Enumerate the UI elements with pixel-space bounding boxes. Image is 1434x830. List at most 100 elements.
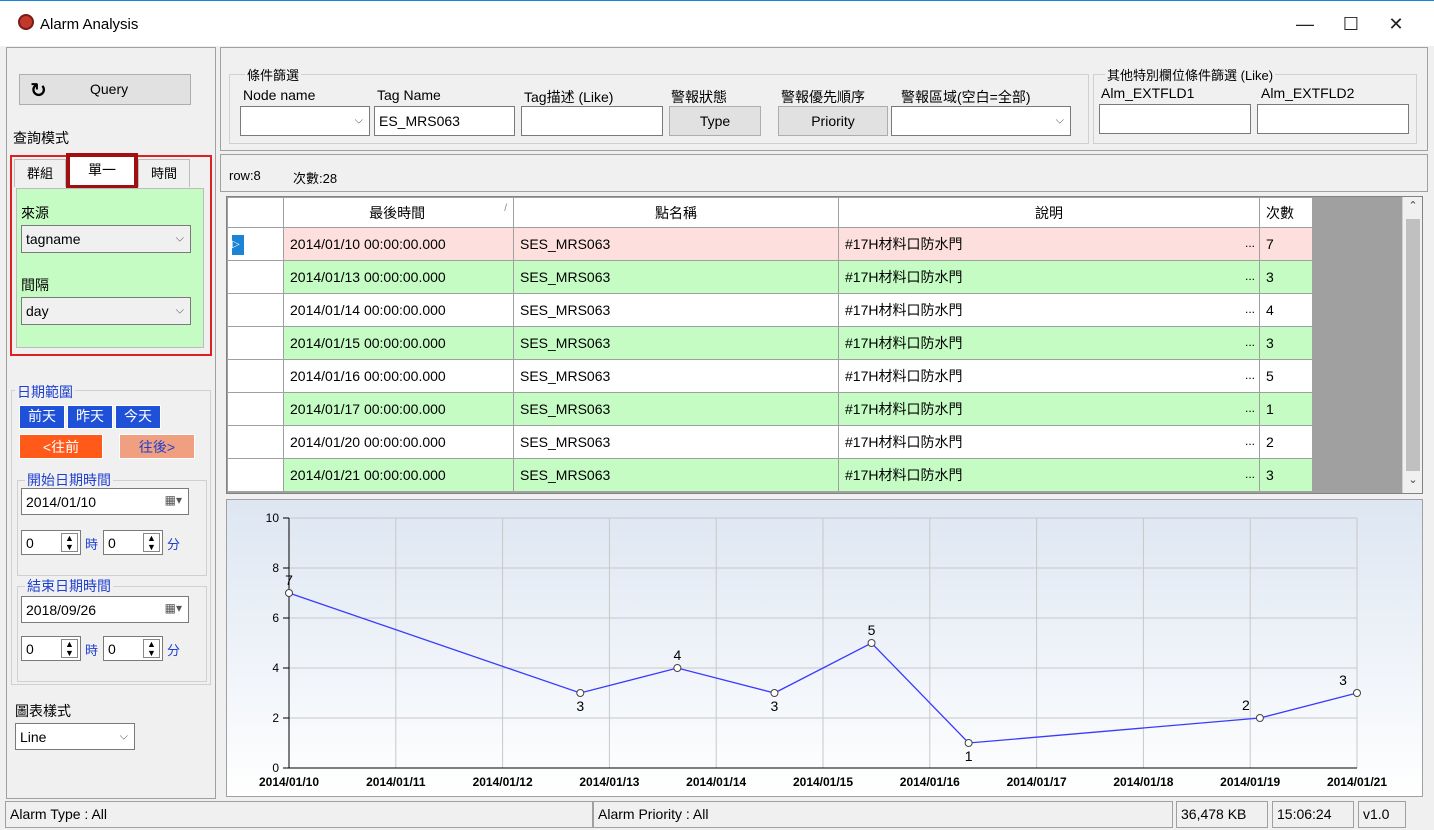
vertical-scrollbar[interactable]: ⌃ ⌄ xyxy=(1402,197,1422,493)
ellipsis-button[interactable]: ... xyxy=(1245,434,1255,448)
ellipsis-button[interactable]: ... xyxy=(1245,236,1255,250)
col-header-description[interactable]: 說明 xyxy=(838,197,1260,228)
spin-icon[interactable]: ▲ ▼ xyxy=(61,639,78,658)
calendar-icon[interactable]: ▦▾ xyxy=(165,493,182,507)
row-header[interactable] xyxy=(227,260,284,294)
start-hour-stepper[interactable]: 0 ▲ ▼ xyxy=(21,530,81,555)
spin-icon[interactable]: ▲ ▼ xyxy=(143,639,160,658)
cell-time[interactable]: 2014/01/10 00:00:00.000 xyxy=(283,227,514,261)
row-header[interactable] xyxy=(227,392,284,426)
cell-count[interactable]: 3 xyxy=(1259,326,1313,360)
minimize-button[interactable]: — xyxy=(1282,9,1328,39)
cell-name[interactable]: SES_MRS063 xyxy=(513,458,839,492)
cell-name[interactable]: SES_MRS063 xyxy=(513,359,839,393)
tag-desc-input[interactable] xyxy=(521,106,663,136)
cell-count[interactable]: 3 xyxy=(1259,458,1313,492)
row-header[interactable] xyxy=(227,326,284,360)
end-min-stepper[interactable]: 0 ▲ ▼ xyxy=(103,636,163,661)
table-row[interactable]: 2014/01/17 00:00:00.000 SES_MRS063 #17H材料口… xyxy=(227,392,1313,426)
cell-count[interactable]: 5 xyxy=(1259,359,1313,393)
cell-time[interactable]: 2014/01/20 00:00:00.000 xyxy=(283,425,514,459)
table-row[interactable]: 2014/01/14 00:00:00.000 SES_MRS063 #17H材料口… xyxy=(227,293,1313,327)
chart-style-select[interactable]: Line ⌵ xyxy=(15,723,135,750)
col-header-tag-name[interactable]: 點名稱 xyxy=(513,197,839,228)
start-min-stepper[interactable]: 0 ▲ ▼ xyxy=(103,530,163,555)
cell-desc[interactable]: #17H材料口防水門... xyxy=(838,326,1260,360)
col-header-last-time[interactable]: 最後時間 / xyxy=(283,197,514,228)
cell-count[interactable]: 1 xyxy=(1259,392,1313,426)
scroll-up-icon[interactable]: ⌃ xyxy=(1403,199,1423,215)
area-select[interactable]: ⌵ xyxy=(891,106,1071,136)
query-button[interactable]: ↻ Query xyxy=(19,74,191,105)
cell-time[interactable]: 2014/01/14 00:00:00.000 xyxy=(283,293,514,327)
cell-name[interactable]: SES_MRS063 xyxy=(513,392,839,426)
cell-desc[interactable]: #17H材料口防水門... xyxy=(838,458,1260,492)
next-button[interactable]: 往後> xyxy=(119,434,195,459)
table-row[interactable]: 2014/01/13 00:00:00.000 SES_MRS063 #17H材料口… xyxy=(227,260,1313,294)
row-header[interactable] xyxy=(227,359,284,393)
day-before-button[interactable]: 前天 xyxy=(19,405,65,429)
ellipsis-button[interactable]: ... xyxy=(1245,335,1255,349)
cell-desc[interactable]: #17H材料口防水門... xyxy=(838,293,1260,327)
source-select[interactable]: tagname ⌵ xyxy=(21,225,191,253)
ellipsis-button[interactable]: ... xyxy=(1245,467,1255,481)
spin-icon[interactable]: ▲ ▼ xyxy=(61,533,78,552)
col-header-count[interactable]: 次數 xyxy=(1259,197,1313,228)
table-row[interactable]: 2014/01/20 00:00:00.000 SES_MRS063 #17H材料口… xyxy=(227,425,1313,459)
yesterday-button[interactable]: 昨天 xyxy=(67,405,113,429)
cell-desc[interactable]: #17H材料口防水門... xyxy=(838,425,1260,459)
cell-name[interactable]: SES_MRS063 xyxy=(513,326,839,360)
cell-name[interactable]: SES_MRS063 xyxy=(513,425,839,459)
node-name-select[interactable]: ⌵ xyxy=(240,106,370,136)
today-button[interactable]: 今天 xyxy=(115,405,161,429)
cell-time[interactable]: 2014/01/21 00:00:00.000 xyxy=(283,458,514,492)
spin-icon[interactable]: ▲ ▼ xyxy=(143,533,160,552)
cell-desc[interactable]: #17H材料口防水門... xyxy=(838,260,1260,294)
ext1-input[interactable] xyxy=(1099,104,1251,134)
filter-group-label: 條件篩選 xyxy=(245,65,302,84)
ellipsis-button[interactable]: ... xyxy=(1245,401,1255,415)
end-hour-stepper[interactable]: 0 ▲ ▼ xyxy=(21,636,81,661)
priority-button[interactable]: Priority xyxy=(778,106,888,136)
cell-time[interactable]: 2014/01/15 00:00:00.000 xyxy=(283,326,514,360)
row-header[interactable] xyxy=(227,293,284,327)
scroll-down-icon[interactable]: ⌄ xyxy=(1403,473,1423,489)
row-header[interactable] xyxy=(227,458,284,492)
cell-count[interactable]: 2 xyxy=(1259,425,1313,459)
cell-name[interactable]: SES_MRS063 xyxy=(513,227,839,261)
prev-button[interactable]: <往前 xyxy=(19,434,103,459)
cell-desc[interactable]: #17H材料口防水門... xyxy=(838,227,1260,261)
close-button[interactable]: ✕ xyxy=(1373,9,1419,39)
cell-name[interactable]: SES_MRS063 xyxy=(513,293,839,327)
cell-desc[interactable]: #17H材料口防水門... xyxy=(838,392,1260,426)
table-row[interactable]: 2014/01/21 00:00:00.000 SES_MRS063 #17H材料口… xyxy=(227,458,1313,492)
type-button[interactable]: Type xyxy=(669,106,761,136)
cell-time[interactable]: 2014/01/17 00:00:00.000 xyxy=(283,392,514,426)
cell-name[interactable]: SES_MRS063 xyxy=(513,260,839,294)
tag-name-input[interactable]: ES_MRS063 xyxy=(374,106,515,136)
cell-count[interactable]: 4 xyxy=(1259,293,1313,327)
ellipsis-button[interactable]: ... xyxy=(1245,269,1255,283)
table-row[interactable]: ▷ 2014/01/10 00:00:00.000 SES_MRS063 #17H材料… xyxy=(227,227,1313,261)
cell-count[interactable]: 3 xyxy=(1259,260,1313,294)
ellipsis-button[interactable]: ... xyxy=(1245,368,1255,382)
maximize-button[interactable]: ☐ xyxy=(1328,9,1374,39)
row-header[interactable]: ▷ xyxy=(227,227,284,261)
interval-select[interactable]: day ⌵ xyxy=(21,297,191,325)
start-date-picker[interactable]: 2014/01/10 ▦▾ xyxy=(21,488,189,515)
ellipsis-button[interactable]: ... xyxy=(1245,302,1255,316)
cell-time[interactable]: 2014/01/16 00:00:00.000 xyxy=(283,359,514,393)
ext2-input[interactable] xyxy=(1257,104,1409,134)
table-row[interactable]: 2014/01/16 00:00:00.000 SES_MRS063 #17H材料口… xyxy=(227,359,1313,393)
table-row[interactable]: 2014/01/15 00:00:00.000 SES_MRS063 #17H材料口… xyxy=(227,326,1313,360)
tab-time[interactable]: 時間 xyxy=(138,159,190,187)
row-header[interactable] xyxy=(227,425,284,459)
end-date-picker[interactable]: 2018/09/26 ▦▾ xyxy=(21,596,189,623)
calendar-icon[interactable]: ▦▾ xyxy=(165,601,182,615)
tab-group[interactable]: 群組 xyxy=(14,159,66,187)
tab-single[interactable]: 單一 xyxy=(66,153,138,189)
cell-desc[interactable]: #17H材料口防水門... xyxy=(838,359,1260,393)
scroll-thumb[interactable] xyxy=(1406,219,1420,471)
cell-time[interactable]: 2014/01/13 00:00:00.000 xyxy=(283,260,514,294)
cell-count[interactable]: 7 xyxy=(1259,227,1313,261)
